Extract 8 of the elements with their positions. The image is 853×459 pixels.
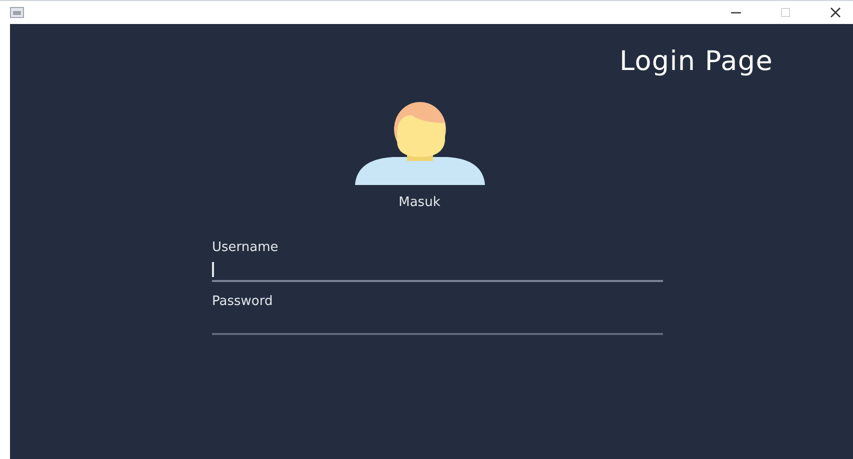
page-title: Login Page xyxy=(619,45,773,79)
field-label: Username xyxy=(212,239,280,257)
avatar-caption: Masuk xyxy=(398,194,440,212)
field-label: Password xyxy=(212,292,274,310)
app-icon xyxy=(10,7,24,18)
user-avatar-icon xyxy=(352,100,486,184)
minimize-icon[interactable] xyxy=(731,12,741,14)
close-icon[interactable] xyxy=(830,7,841,18)
